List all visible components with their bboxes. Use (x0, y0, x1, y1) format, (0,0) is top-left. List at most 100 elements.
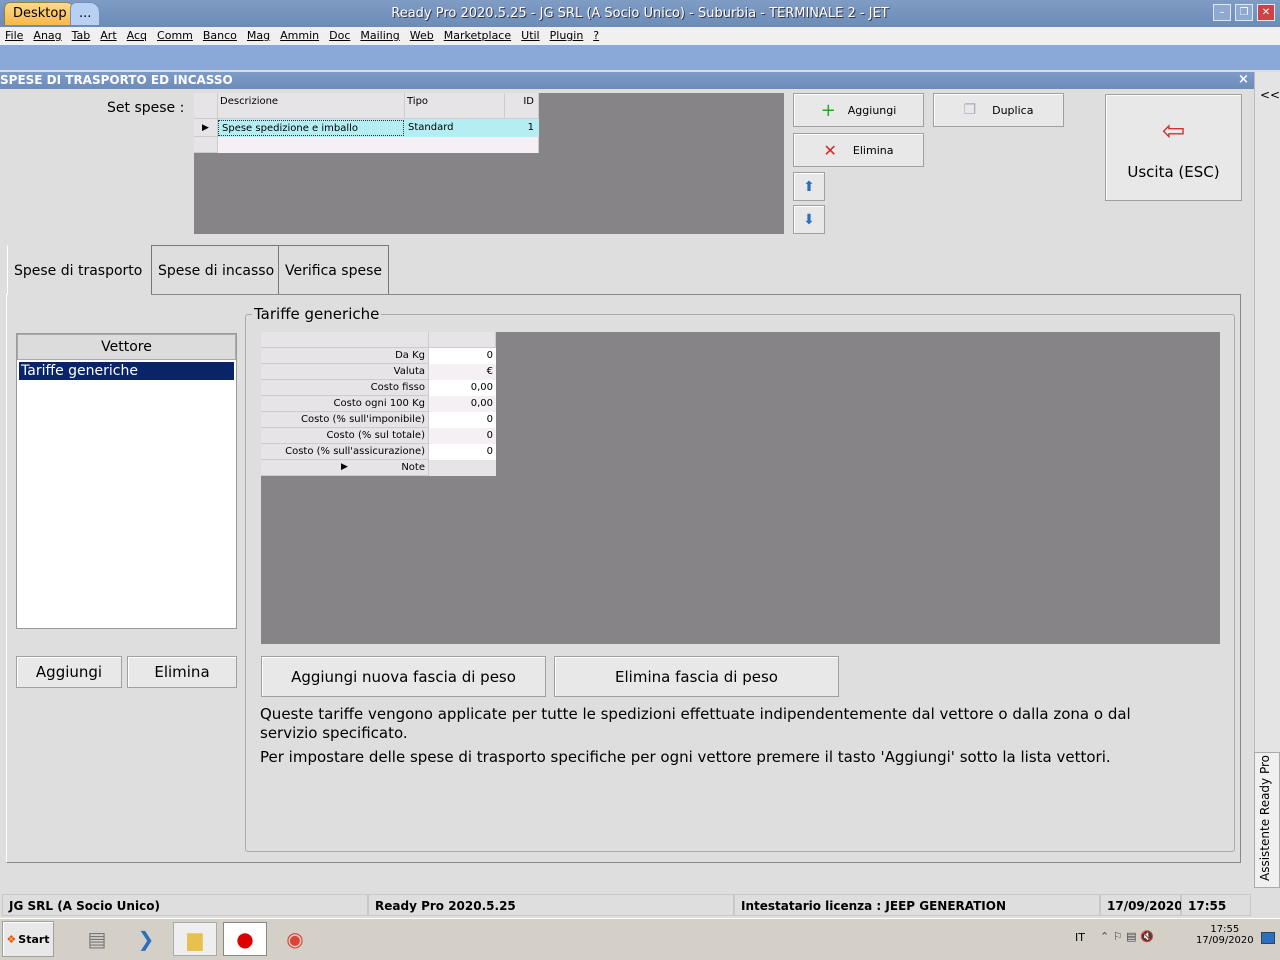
chrome-icon[interactable]: ◉ (273, 922, 317, 956)
info-line: Per impostare delle spese di trasporto s… (260, 748, 1111, 766)
menu-item[interactable]: Comm (152, 27, 198, 45)
tariffa-value[interactable]: 0 (429, 412, 496, 428)
menu-item[interactable]: Acq (122, 27, 152, 45)
elimina-label: Elimina (852, 143, 894, 157)
status-company: JG SRL (A Socio Unico) (2, 894, 368, 916)
elimina-fascia-button[interactable]: Elimina fascia di peso (554, 656, 839, 697)
tab-spese-trasporto[interactable]: Spese di trasporto (7, 245, 150, 295)
tab-more[interactable]: ... (70, 2, 101, 25)
copy-icon: ❐ (963, 102, 977, 118)
menu-item[interactable]: Web (405, 27, 439, 45)
elimina-button[interactable]: ✕ Elimina (793, 133, 924, 167)
collapse-panel-icon[interactable]: << (1260, 88, 1280, 102)
tray-clock[interactable]: 17:55 17/09/2020 (1196, 924, 1254, 946)
maximize-button[interactable]: ❐ (1235, 4, 1253, 21)
cell-descrizione[interactable]: Spese spedizione e imballo (218, 120, 404, 136)
row-selector-icon: ▶ (341, 462, 348, 472)
menu-item[interactable]: Plugin (545, 27, 589, 45)
plus-icon: + (820, 99, 836, 121)
tariffa-value[interactable] (429, 460, 496, 476)
table-row[interactable]: Spese spedizione e imballo Standard 1 (218, 119, 539, 137)
tariffa-value[interactable]: € (429, 364, 496, 380)
status-time: 17:55 (1181, 894, 1251, 916)
info-line: Queste tariffe vengono applicate per tut… (260, 705, 1131, 723)
form-title: SPESE DI TRASPORTO ED INCASSO (0, 72, 1254, 89)
file-explorer-icon[interactable]: ▆ (173, 922, 217, 956)
tray-time: 17:55 (1210, 924, 1240, 935)
cell-id[interactable]: 1 (525, 120, 537, 136)
language-indicator[interactable]: IT (1075, 931, 1085, 944)
aggiungi-vettore-button[interactable]: Aggiungi (16, 656, 122, 688)
minimize-button[interactable]: – (1213, 4, 1231, 21)
tariffa-value[interactable]: 0,00 (429, 396, 496, 412)
move-up-button[interactable]: ⬆ (793, 172, 825, 201)
menu-item[interactable]: Mailing (355, 27, 404, 45)
aggiungi-fascia-button[interactable]: Aggiungi nuova fascia di peso (261, 656, 546, 697)
title-bar: Ready Pro 2020.5.25 - JG SRL (A Socio Un… (0, 0, 1280, 27)
menu-item[interactable]: Doc (324, 27, 355, 45)
window-title: Ready Pro 2020.5.25 - JG SRL (A Socio Un… (391, 6, 889, 21)
duplica-label: Duplica (992, 103, 1034, 117)
aggiungi-button[interactable]: + Aggiungi (793, 93, 924, 127)
set-spese-grid[interactable]: Descrizione Tipo ID ▶ Spese spedizione e… (194, 93, 784, 234)
menu-item[interactable]: Banco (198, 27, 242, 45)
status-version: Ready Pro 2020.5.25 (368, 894, 734, 916)
tariffa-value[interactable]: 0 (429, 428, 496, 444)
arrow-up-icon: ⬆ (803, 178, 815, 195)
menu-item[interactable]: Art (95, 27, 121, 45)
info-text: Queste tariffe vengono applicate per tut… (260, 705, 1131, 767)
menu-item[interactable]: Ammin (275, 27, 324, 45)
menu-item[interactable]: Tab (67, 27, 96, 45)
tariffa-label: Costo fisso (261, 380, 429, 396)
menu-item[interactable]: Util (516, 27, 544, 45)
menu-item[interactable]: Marketplace (439, 27, 516, 45)
tray-date: 17/09/2020 (1196, 935, 1254, 946)
tariffa-value[interactable]: 0,00 (429, 380, 496, 396)
powershell-icon[interactable]: ❯ (124, 922, 168, 956)
status-date: 17/09/2020 (1100, 894, 1183, 916)
tariffa-label: Costo (% sul totale) (261, 428, 429, 444)
set-spese-label: Set spese : (107, 100, 185, 116)
ready-pro-taskbar-icon[interactable]: ● (223, 922, 267, 956)
cell-tipo[interactable]: Standard (405, 120, 457, 136)
desktop-tab-strip (0, 45, 1280, 70)
elimina-vettore-button[interactable]: Elimina (127, 656, 237, 688)
assistente-panel-tab[interactable]: Assistente Ready Pro (1254, 752, 1280, 888)
tray-icons[interactable]: ⌃ ⚐ ▤ 🔇 (1100, 930, 1154, 943)
tab-verifica-spese[interactable]: Verifica spese (278, 245, 389, 295)
exit-door-icon: ⇦ (1161, 114, 1186, 147)
aggiungi-label: Aggiungi (847, 103, 897, 117)
menu-item[interactable]: ? (588, 27, 604, 45)
menu-bar: File Anag Tab Art Acq Comm Banco Mag Ammin Doc Mai… (0, 27, 1280, 45)
delete-icon: ✕ (823, 140, 837, 160)
close-button[interactable]: ✕ (1257, 4, 1275, 21)
info-line: servizio specificato. (260, 724, 408, 742)
show-desktop-icon[interactable] (1261, 932, 1275, 944)
tariffa-label: Costo (% sull'imponibile) (261, 412, 429, 428)
menu-item[interactable]: Anag (28, 27, 66, 45)
row-selector-icon: ▶ (194, 119, 218, 137)
column-header-tipo[interactable]: Tipo (405, 93, 505, 119)
form-close-icon[interactable]: × (1238, 72, 1249, 87)
windows-logo-icon: ❖ (6, 932, 17, 946)
column-header-descrizione[interactable]: Descrizione (218, 93, 405, 119)
uscita-button[interactable]: ⇦ Uscita (ESC) (1105, 94, 1242, 201)
tab-desktop[interactable]: Desktop (4, 2, 76, 25)
tariffa-value[interactable]: 0 (429, 348, 496, 364)
tariffa-label: Valuta (261, 364, 429, 380)
start-button[interactable]: ❖ Start (2, 921, 54, 957)
list-item[interactable]: Tariffe generiche (19, 362, 234, 380)
tab-spese-incasso[interactable]: Spese di incasso (151, 245, 282, 295)
menu-item[interactable]: Mag (242, 27, 275, 45)
move-down-button[interactable]: ⬇ (793, 205, 825, 234)
menu-item[interactable]: File (0, 27, 28, 45)
tariffa-label: Costo (% sull'assicurazione) (261, 444, 429, 460)
tariffe-grid[interactable]: Da Kg 0 Valuta € Costo fisso 0,00 Costo ogni 1… (261, 332, 1220, 644)
server-manager-icon[interactable]: ▤ (75, 922, 119, 956)
duplica-button[interactable]: ❐ Duplica (933, 93, 1064, 127)
column-header-id[interactable]: ID (505, 93, 539, 119)
tariffa-value[interactable]: 0 (429, 444, 496, 460)
assistente-label: Assistente Ready Pro (1258, 755, 1272, 881)
tariffe-title: Tariffe generiche (252, 305, 382, 323)
vettore-list[interactable]: Vettore Tariffe generiche (16, 333, 237, 629)
